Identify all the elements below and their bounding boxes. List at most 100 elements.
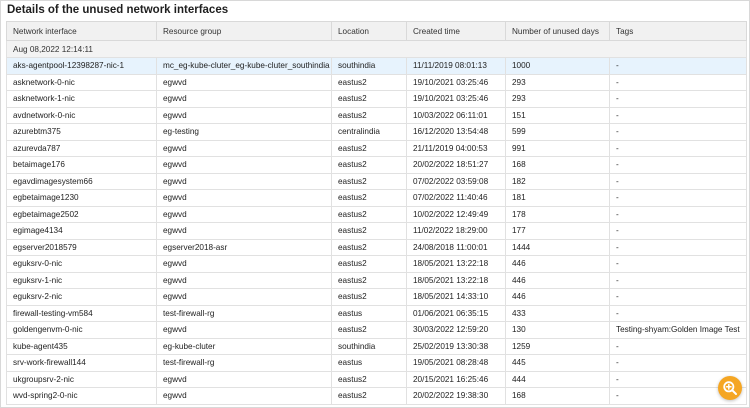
cell-resource-group: egwvd [156, 255, 332, 273]
cell-unused-days: 445 [505, 354, 610, 372]
table-row[interactable]: azurevda787 egwvd eastus2 21/11/2019 04:00:… [6, 139, 747, 157]
cell-location: eastus2 [331, 271, 407, 289]
cell-tags: - [609, 222, 747, 240]
cell-tags: - [609, 337, 747, 355]
cell-location: centralindia [331, 123, 407, 141]
cell-created-time: 18/05/2021 13:22:18 [406, 271, 506, 289]
cell-created-time: 16/12/2020 13:54:48 [406, 123, 506, 141]
cell-resource-group: eg-testing [156, 123, 332, 141]
table-row[interactable]: ukgroupsrv-2-nic egwvd eastus2 20/15/2021 1… [6, 370, 747, 388]
table-row[interactable]: eguksrv-0-nic egwvd eastus2 18/05/2021 13:2… [6, 255, 747, 273]
column-header-location[interactable]: Location [331, 21, 407, 41]
cell-tags: - [609, 123, 747, 141]
cell-resource-group: egwvd [156, 156, 332, 174]
cell-location: southindia [331, 57, 407, 75]
cell-resource-group: egwvd [156, 288, 332, 306]
table-row[interactable]: egserver2018579 egserver2018-asr eastus2 24… [6, 238, 747, 256]
cell-location: eastus2 [331, 189, 407, 207]
cell-created-time: 01/06/2021 06:35:15 [406, 304, 506, 322]
cell-resource-group: egwvd [156, 271, 332, 289]
column-header-created-time[interactable]: Created time [406, 21, 506, 41]
column-header-tags[interactable]: Tags [609, 21, 747, 41]
cell-location: eastus2 [331, 288, 407, 306]
cell-unused-days: 181 [505, 189, 610, 207]
cell-unused-days: 433 [505, 304, 610, 322]
cell-resource-group: egwvd [156, 73, 332, 91]
table-row[interactable]: egbetaimage2502 egwvd eastus2 10/02/2022 12… [6, 205, 747, 223]
cell-tags: - [609, 205, 747, 223]
cell-tags: - [609, 304, 747, 322]
cell-location: eastus2 [331, 222, 407, 240]
group-row: Aug 08,2022 12:14:11 [6, 40, 747, 58]
cell-unused-days: 444 [505, 370, 610, 388]
table-row[interactable]: goldengenvm-0-nic egwvd eastus2 30/03/2022 … [6, 321, 747, 339]
cell-unused-days: 130 [505, 321, 610, 339]
table-row[interactable]: avdnetwork-0-nic egwvd eastus2 10/03/2022 0… [6, 106, 747, 124]
zoom-in-icon [723, 381, 737, 395]
cell-resource-group: egwvd [156, 222, 332, 240]
cell-location: eastus2 [331, 205, 407, 223]
cell-resource-group: egserver2018-asr [156, 238, 332, 256]
zoom-in-button[interactable] [718, 376, 742, 400]
cell-tags: - [609, 57, 747, 75]
table-row[interactable]: eguksrv-2-nic egwvd eastus2 18/05/2021 14:3… [6, 288, 747, 306]
table-row[interactable]: firewall-testing-vm584 test-firewall-rg ea… [6, 304, 747, 322]
cell-created-time: 20/02/2022 19:38:30 [406, 387, 506, 405]
group-row-label: Aug 08,2022 12:14:11 [6, 40, 747, 58]
table-row[interactable]: aks-agentpool-12398287-nic-1 mc_eg-kube-c… [6, 57, 747, 75]
column-header-resource-group[interactable]: Resource group [156, 21, 332, 41]
cell-location: eastus2 [331, 255, 407, 273]
cell-unused-days: 168 [505, 387, 610, 405]
cell-tags: - [609, 156, 747, 174]
table-row[interactable]: azurebtm375 eg-testing centralindia 16/12/2… [6, 123, 747, 141]
table-row[interactable]: asknetwork-0-nic egwvd eastus2 19/10/2021 0… [6, 73, 747, 91]
cell-location: eastus2 [331, 370, 407, 388]
cell-unused-days: 293 [505, 73, 610, 91]
table-row[interactable]: betaimage176 egwvd eastus2 20/02/2022 18:51… [6, 156, 747, 174]
cell-unused-days: 1000 [505, 57, 610, 75]
table-row[interactable]: eguksrv-1-nic egwvd eastus2 18/05/2021 13:2… [6, 271, 747, 289]
cell-created-time: 18/05/2021 14:33:10 [406, 288, 506, 306]
table-row[interactable]: asknetwork-1-nic egwvd eastus2 19/10/2021 0… [6, 90, 747, 108]
panel-title: Details of the unused network interfaces [7, 4, 229, 16]
cell-network-interface: eguksrv-2-nic [6, 288, 157, 306]
cell-created-time: 07/02/2022 03:59:08 [406, 172, 506, 190]
cell-tags: - [609, 172, 747, 190]
cell-location: eastus2 [331, 172, 407, 190]
cell-network-interface: goldengenvm-0-nic [6, 321, 157, 339]
table-row[interactable]: egavdimagesystem66 egwvd eastus2 07/02/2022… [6, 172, 747, 190]
cell-tags: - [609, 106, 747, 124]
cell-unused-days: 293 [505, 90, 610, 108]
cell-created-time: 25/02/2019 13:30:38 [406, 337, 506, 355]
table-row[interactable]: egbetaimage1230 egwvd eastus2 07/02/2022 11… [6, 189, 747, 207]
cell-resource-group: test-firewall-rg [156, 354, 332, 372]
cell-network-interface: egimage4134 [6, 222, 157, 240]
column-header-unused-days[interactable]: Number of unused days [505, 21, 610, 41]
table-row[interactable]: egimage4134 egwvd eastus2 11/02/2022 18:29:… [6, 222, 747, 240]
cell-location: eastus2 [331, 106, 407, 124]
cell-network-interface: egbetaimage1230 [6, 189, 157, 207]
table-row[interactable]: wvd-spring2-0-nic egwvd eastus2 20/02/2022 … [6, 387, 747, 405]
cell-created-time: 10/02/2022 12:49:49 [406, 205, 506, 223]
cell-tags: - [609, 271, 747, 289]
cell-unused-days: 446 [505, 271, 610, 289]
cell-network-interface: betaimage176 [6, 156, 157, 174]
cell-unused-days: 182 [505, 172, 610, 190]
cell-network-interface: asknetwork-0-nic [6, 73, 157, 91]
cell-resource-group: egwvd [156, 370, 332, 388]
cell-resource-group: egwvd [156, 189, 332, 207]
table-row[interactable]: kube-agent435 eg-kube-cluter southindia 25/… [6, 337, 747, 355]
cell-location: eastus2 [331, 90, 407, 108]
cell-network-interface: aks-agentpool-12398287-nic-1 [6, 57, 157, 75]
cell-network-interface: wvd-spring2-0-nic [6, 387, 157, 405]
cell-location: eastus2 [331, 73, 407, 91]
cell-resource-group: egwvd [156, 321, 332, 339]
cell-tags: - [609, 73, 747, 91]
cell-network-interface: asknetwork-1-nic [6, 90, 157, 108]
column-header-network-interface[interactable]: Network interface [6, 21, 157, 41]
table-header-row: Network interface Resource group Locatio… [6, 21, 747, 41]
table-row[interactable]: srv-work-firewall144 test-firewall-rg east… [6, 354, 747, 372]
cell-created-time: 19/10/2021 03:25:46 [406, 73, 506, 91]
network-interfaces-table: Network interface Resource group Locatio… [6, 21, 747, 405]
cell-network-interface: azurebtm375 [6, 123, 157, 141]
